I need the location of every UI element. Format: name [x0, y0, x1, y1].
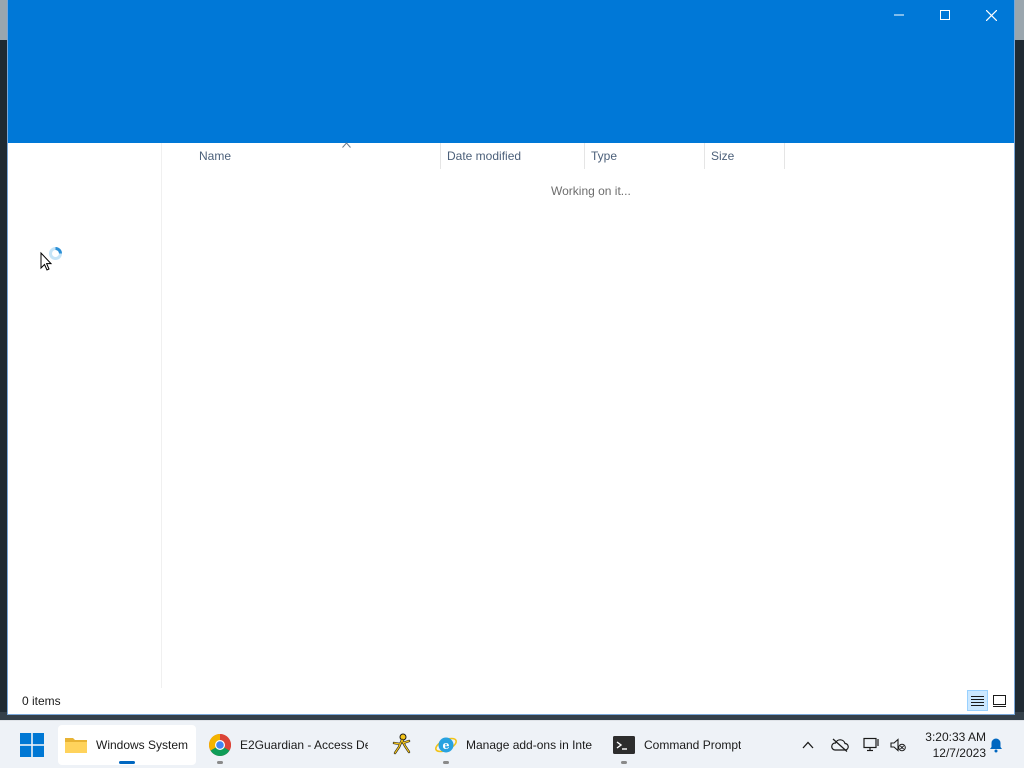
maximize-button[interactable] — [922, 0, 968, 30]
taskbar-app-label: Command Prompt — [644, 738, 742, 752]
details-view-button[interactable] — [967, 690, 988, 711]
onedrive-status-button[interactable] — [830, 735, 850, 755]
maximize-icon — [940, 10, 950, 20]
busy-cursor-icon — [40, 247, 62, 271]
minimize-button[interactable] — [876, 0, 922, 30]
internet-explorer-icon: e — [435, 737, 457, 753]
column-header-type[interactable]: Type — [585, 143, 705, 169]
close-button[interactable] — [968, 0, 1014, 30]
taskbar-app-aim[interactable] — [384, 725, 420, 765]
details-view-icon — [971, 696, 984, 706]
taskbar-app-chrome[interactable]: E2Guardian - Access De — [202, 725, 374, 765]
taskbar-app-internet-explorer[interactable]: e Manage add-ons in Inte — [428, 725, 600, 765]
bell-icon — [990, 738, 1002, 753]
command-prompt-icon — [613, 736, 635, 754]
running-app-indicator — [217, 761, 223, 764]
chevron-up-icon — [802, 741, 814, 749]
aim-icon — [392, 733, 411, 755]
speaker-muted-icon — [890, 738, 906, 752]
running-app-indicator — [621, 761, 627, 764]
taskbar-app-label: Manage add-ons in Inte — [466, 738, 593, 752]
chrome-icon — [209, 734, 231, 756]
taskbar-app-windows-system[interactable]: Windows System — [58, 725, 196, 765]
column-header-size[interactable]: Size — [705, 143, 785, 169]
large-icons-view-icon — [993, 694, 1006, 707]
clock-time: 3:20:33 AM — [925, 730, 986, 744]
navigation-pane[interactable] — [8, 143, 162, 688]
file-explorer-window: Name Date modified Type Size Working on … — [7, 0, 1015, 715]
clock-date: 12/7/2023 — [932, 746, 986, 760]
notifications-button[interactable] — [988, 737, 1004, 753]
active-app-indicator — [119, 761, 135, 764]
column-headers: Name Date modified Type Size — [162, 142, 1014, 169]
item-count: 0 items — [22, 694, 61, 708]
network-disconnected-icon — [863, 737, 879, 752]
column-header-type-label: Type — [591, 149, 618, 163]
taskbar-app-label: E2Guardian - Access De — [240, 738, 368, 752]
taskbar: Windows System E2Guardian - Access De e … — [0, 720, 1024, 768]
large-icons-view-button[interactable] — [989, 690, 1010, 711]
column-header-date-label: Date modified — [447, 149, 522, 163]
column-header-name-label: Name — [199, 149, 232, 163]
network-status-button[interactable] — [862, 735, 882, 755]
clock[interactable]: 3:20:33 AM 12/7/2023 — [914, 729, 986, 761]
loading-message: Working on it... — [551, 184, 631, 198]
title-bar — [8, 0, 1014, 143]
column-header-size-label: Size — [711, 149, 735, 163]
start-button[interactable] — [20, 733, 44, 757]
taskbar-app-label: Windows System — [96, 738, 189, 752]
show-hidden-icons-button[interactable] — [798, 735, 818, 755]
cloud-offline-icon — [831, 738, 849, 752]
status-bar: 0 items — [8, 688, 1014, 714]
minimize-icon — [894, 14, 904, 16]
close-icon — [985, 9, 997, 21]
sort-ascending-icon — [342, 142, 351, 148]
column-header-date-modified[interactable]: Date modified — [441, 143, 585, 169]
folder-icon — [65, 738, 87, 753]
taskbar-app-command-prompt[interactable]: Command Prompt — [606, 725, 756, 765]
column-header-name[interactable]: Name — [193, 142, 441, 169]
volume-button[interactable] — [888, 735, 908, 755]
svg-text:e: e — [443, 739, 450, 752]
running-app-indicator — [443, 761, 449, 764]
windows-logo-icon — [20, 733, 44, 757]
